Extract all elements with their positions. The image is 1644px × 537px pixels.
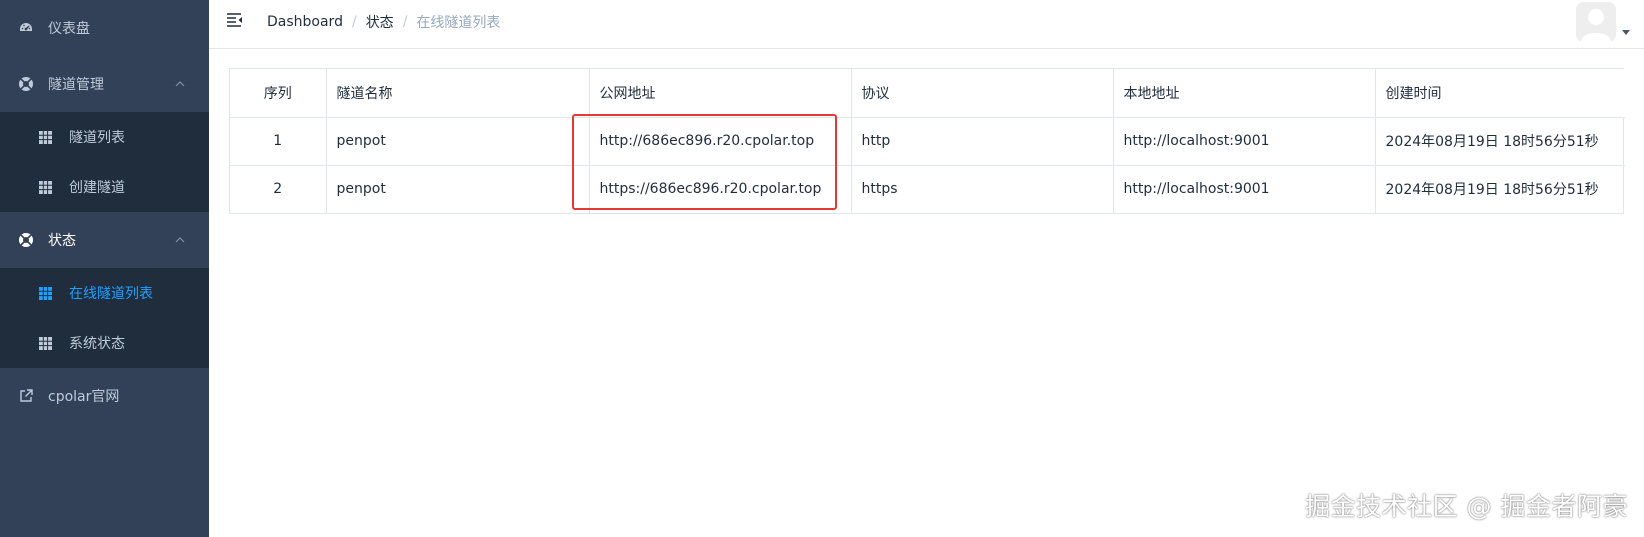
- menu-collapse-icon[interactable]: [226, 12, 244, 28]
- cell-public-url: http://686ec896.r20.cpolar.top: [589, 117, 852, 166]
- cell-local-address: http://localhost:9001: [1113, 117, 1376, 166]
- breadcrumb-item[interactable]: 状态: [366, 12, 394, 32]
- sidebar-item-system-status[interactable]: 系统状态: [0, 318, 209, 368]
- sidebar-item-create-tunnel[interactable]: 创建隧道: [0, 162, 209, 212]
- sidebar-item-cpolar-website[interactable]: cpolar官网: [0, 368, 209, 424]
- breadcrumb: Dashboard / 状态 / 在线隧道列表: [267, 12, 501, 32]
- sidebar-item-label: 在线隧道列表: [69, 286, 153, 302]
- sidebar-item-label: 隧道列表: [69, 130, 125, 146]
- cell-index: 2: [230, 165, 327, 213]
- column-header: 隧道名称: [326, 69, 590, 118]
- cell-tunnel-name: penpot: [326, 117, 590, 166]
- cell-created-time: 2024年08月19日 18时56分51秒: [1375, 117, 1625, 166]
- submenu-status: 在线隧道列表 系统状态: [0, 268, 209, 368]
- breadcrumb-item[interactable]: Dashboard: [267, 14, 343, 30]
- external-link-icon: [18, 388, 34, 404]
- table-header-row: 序列 隧道名称 公网地址 协议 本地地址 创建时间: [230, 69, 1625, 118]
- column-header: 创建时间: [1375, 69, 1625, 118]
- sidebar-item-label: cpolar官网: [48, 389, 120, 405]
- caret-down-icon[interactable]: [1622, 30, 1630, 35]
- column-header: 本地地址: [1113, 69, 1376, 118]
- column-header: 协议: [851, 69, 1114, 118]
- column-header: 公网地址: [589, 69, 852, 118]
- cell-tunnel-name: penpot: [326, 165, 590, 213]
- sidebar-item-dashboard[interactable]: 仪表盘: [0, 0, 209, 56]
- column-header: 序列: [230, 69, 327, 118]
- lifebuoy-icon: [18, 232, 34, 248]
- table-row: 1 penpot http://686ec896.r20.cpolar.top …: [230, 117, 1625, 166]
- dashboard-icon: [18, 20, 34, 36]
- cell-local-address: http://localhost:9001: [1113, 165, 1376, 213]
- lifebuoy-icon: [18, 76, 34, 92]
- sidebar-item-label: 系统状态: [69, 336, 125, 352]
- cell-public-url: https://686ec896.r20.cpolar.top: [589, 165, 852, 213]
- cell-protocol: https: [851, 165, 1114, 213]
- chevron-up-icon: [173, 233, 187, 247]
- sidebar: 仪表盘 隧道管理 隧道列表 创建隧道 状态 在线隧道列表 系统状态 cpolar…: [0, 0, 209, 537]
- sidebar-item-label: 隧道管理: [48, 77, 104, 93]
- sidebar-item-tunnel-management[interactable]: 隧道管理: [0, 56, 209, 112]
- sidebar-item-online-tunnels[interactable]: 在线隧道列表: [0, 268, 209, 318]
- sidebar-item-status[interactable]: 状态: [0, 212, 209, 268]
- table-icon: [38, 130, 53, 145]
- watermark: 掘金技术社区 @ 掘金者阿豪: [1305, 492, 1628, 521]
- sidebar-item-label: 创建隧道: [69, 180, 125, 196]
- table-icon: [38, 286, 53, 301]
- cell-protocol: http: [851, 117, 1114, 166]
- cell-index: 1: [230, 117, 327, 166]
- chevron-up-icon: [173, 77, 187, 91]
- avatar[interactable]: [1576, 2, 1616, 42]
- table-row: 2 penpot https://686ec896.r20.cpolar.top…: [230, 165, 1625, 213]
- sidebar-item-tunnel-list[interactable]: 隧道列表: [0, 112, 209, 162]
- sidebar-item-label: 状态: [48, 233, 76, 249]
- sidebar-item-label: 仪表盘: [48, 21, 90, 37]
- table-icon: [38, 336, 53, 351]
- online-tunnels-table: 序列 隧道名称 公网地址 协议 本地地址 创建时间 1 penpot http:…: [229, 68, 1625, 214]
- cell-created-time: 2024年08月19日 18时56分51秒: [1385, 182, 1599, 199]
- top-header: Dashboard / 状态 / 在线隧道列表: [209, 0, 1644, 49]
- submenu-tunnel-management: 隧道列表 创建隧道: [0, 112, 209, 212]
- table-icon: [38, 180, 53, 195]
- breadcrumb-item-current: 在线隧道列表: [416, 15, 501, 31]
